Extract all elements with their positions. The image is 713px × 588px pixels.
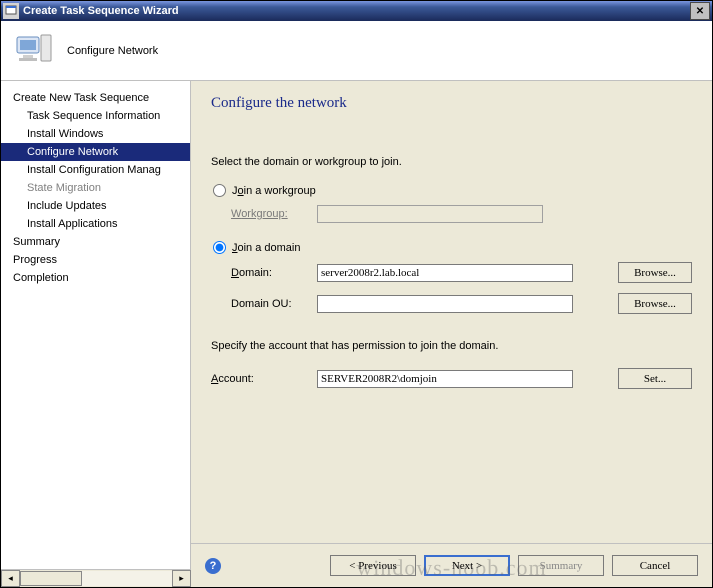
sidebar-item-create-new-task-sequence[interactable]: Create New Task Sequence xyxy=(1,89,190,107)
scroll-track[interactable] xyxy=(20,571,172,586)
main-area: Create New Task SequenceTask Sequence In… xyxy=(1,81,712,587)
next-button[interactable]: Next > xyxy=(424,555,510,576)
sidebar-item-configure-network[interactable]: Configure Network xyxy=(1,143,190,161)
account-input[interactable] xyxy=(317,370,573,388)
sidebar-item-summary[interactable]: Summary xyxy=(1,233,190,251)
sidebar-item-state-migration[interactable]: State Migration xyxy=(1,179,190,197)
join-domain-radio[interactable] xyxy=(213,241,226,254)
account-field-row: Account: Set... xyxy=(211,368,692,389)
wizard-content: Configure the network Select the domain … xyxy=(191,81,712,587)
wizard-icon xyxy=(11,29,55,73)
wizard-header: Configure Network xyxy=(1,21,712,81)
sidebar-item-task-sequence-information[interactable]: Task Sequence Information xyxy=(1,107,190,125)
domain-ou-label: Domain OU: xyxy=(231,298,317,310)
join-domain-option[interactable]: Join a domain xyxy=(211,241,692,254)
sidebar-item-completion[interactable]: Completion xyxy=(1,269,190,287)
workgroup-input xyxy=(317,205,543,223)
domain-ou-browse-button[interactable]: Browse... xyxy=(618,293,692,314)
domain-input[interactable] xyxy=(317,264,573,282)
wizard-steps-sidebar: Create New Task SequenceTask Sequence In… xyxy=(1,81,191,587)
account-set-button[interactable]: Set... xyxy=(618,368,692,389)
help-icon[interactable]: ? xyxy=(205,558,221,574)
join-instruction: Select the domain or workgroup to join. xyxy=(211,156,692,168)
domain-label: Domain: xyxy=(231,267,317,279)
close-button[interactable]: ✕ xyxy=(690,2,710,20)
header-label: Configure Network xyxy=(67,45,158,57)
domain-ou-field-row: Domain OU: Browse... xyxy=(231,293,692,314)
sidebar-item-progress[interactable]: Progress xyxy=(1,251,190,269)
workgroup-field-row: Workgroup: xyxy=(231,205,692,223)
sidebar-item-install-configuration-manag[interactable]: Install Configuration Manag xyxy=(1,161,190,179)
account-instruction: Specify the account that has permission … xyxy=(211,340,692,352)
workgroup-label: Workgroup: xyxy=(231,208,317,220)
domain-browse-button[interactable]: Browse... xyxy=(618,262,692,283)
join-workgroup-option[interactable]: Join a workgroup xyxy=(211,184,692,197)
join-domain-label: Join a domain xyxy=(232,242,301,254)
sidebar-hscroll[interactable]: ◂ ▸ xyxy=(1,569,191,587)
sidebar-item-install-applications[interactable]: Install Applications xyxy=(1,215,190,233)
summary-button: Summary xyxy=(518,555,604,576)
sidebar-item-include-updates[interactable]: Include Updates xyxy=(1,197,190,215)
titlebar: Create Task Sequence Wizard ✕ xyxy=(1,1,712,21)
sidebar-item-install-windows[interactable]: Install Windows xyxy=(1,125,190,143)
join-workgroup-label: Join a workgroup xyxy=(232,185,316,197)
scroll-thumb[interactable] xyxy=(20,571,82,586)
previous-button[interactable]: < Previous xyxy=(330,555,416,576)
page-title: Configure the network xyxy=(211,95,692,112)
account-label: Account: xyxy=(211,373,317,385)
app-icon xyxy=(3,3,19,19)
cancel-button[interactable]: Cancel xyxy=(612,555,698,576)
scroll-left-button[interactable]: ◂ xyxy=(1,570,20,587)
domain-field-row: Domain: Browse... xyxy=(231,262,692,283)
wizard-window: Create Task Sequence Wizard ✕ Configure … xyxy=(0,0,713,588)
scroll-right-button[interactable]: ▸ xyxy=(172,570,191,587)
join-workgroup-radio[interactable] xyxy=(213,184,226,197)
window-title: Create Task Sequence Wizard xyxy=(23,5,690,17)
domain-ou-input[interactable] xyxy=(317,295,573,313)
